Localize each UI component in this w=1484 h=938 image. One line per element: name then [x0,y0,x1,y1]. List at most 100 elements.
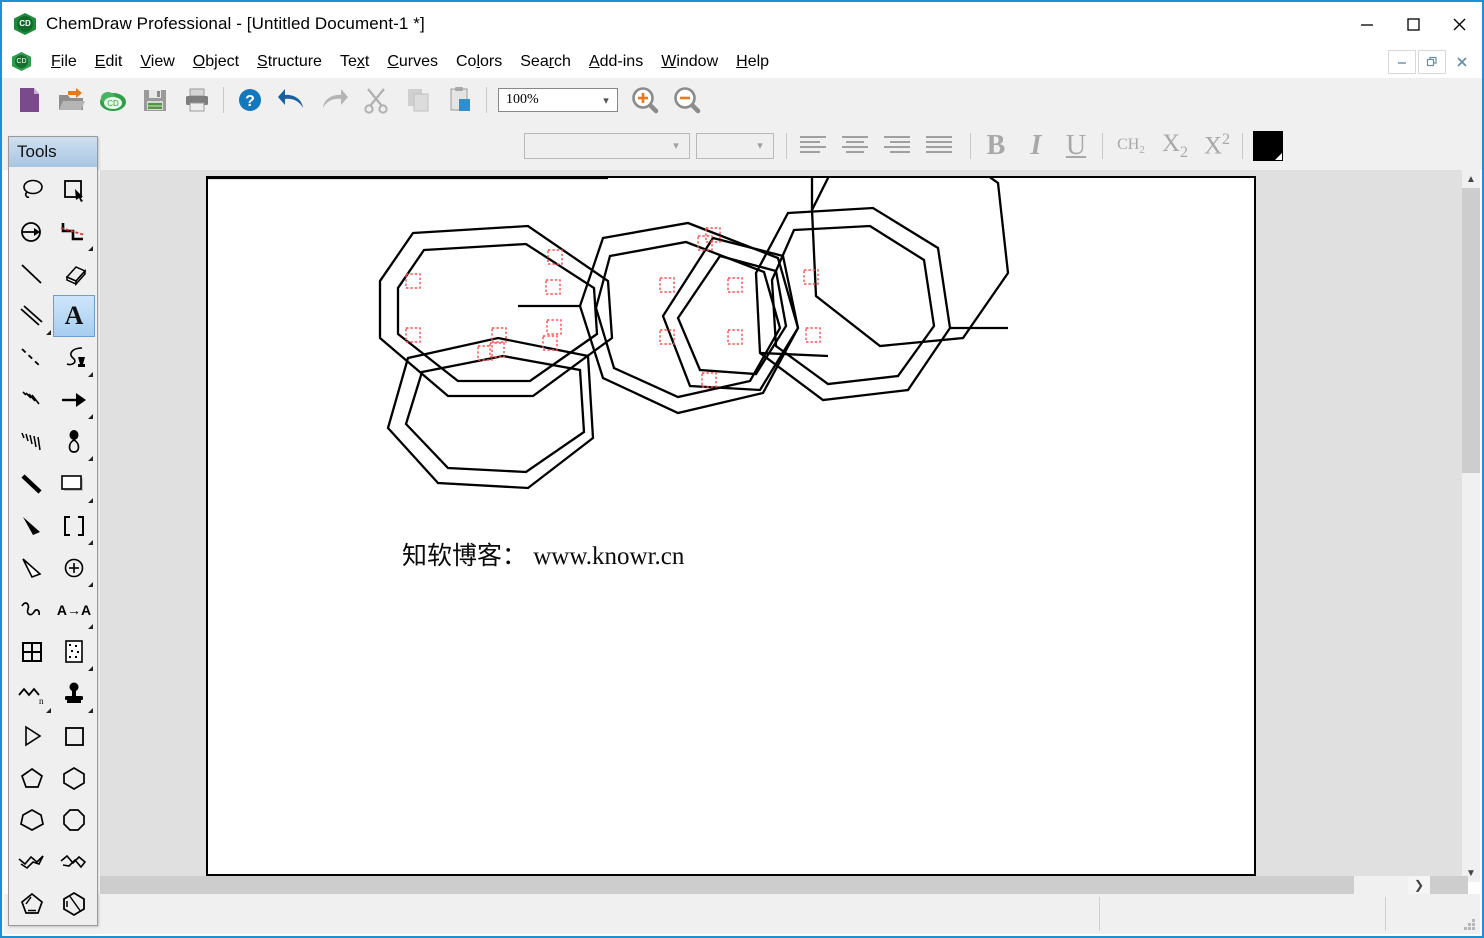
open-button[interactable] [50,79,92,121]
underline-button[interactable]: U [1056,126,1096,166]
close-button[interactable] [1436,2,1482,46]
maximize-button[interactable] [1390,2,1436,46]
benzene-tool[interactable] [53,883,95,925]
align-justify-button[interactable] [918,128,960,164]
lasso-select-tool[interactable] [11,169,53,211]
align-right-button[interactable] [876,128,918,164]
status-bar [4,894,1480,934]
menu-add-ins[interactable]: Add-ins [580,50,652,74]
table-tool[interactable] [11,631,53,673]
undo-button[interactable] [271,79,313,121]
menu-window[interactable]: Window [652,50,727,74]
formula-button[interactable]: CH2 [1108,126,1154,166]
align-center-button[interactable] [834,128,876,164]
template-tool[interactable] [53,631,95,673]
menu-help[interactable]: Help [727,50,778,74]
menu-object[interactable]: Object [184,50,248,74]
zoom-in-button[interactable] [624,79,666,121]
wedge-bond-tool[interactable] [11,505,53,547]
zoom-out-button[interactable] [666,79,708,121]
square-icon [65,727,84,746]
molecule-structure[interactable] [208,178,1256,876]
hashed-wedge-tool[interactable] [11,379,53,421]
bold-bond-tool[interactable] [11,463,53,505]
square-tool[interactable] [53,715,95,757]
menu-text[interactable]: Text [331,50,378,74]
subscript-button[interactable]: X2 [1154,126,1196,166]
polymer-bracket-tool[interactable]: n [11,673,53,715]
resize-grip-icon[interactable] [1463,918,1475,930]
paste-button[interactable] [439,79,481,121]
acyclic-chain-tool[interactable] [11,715,53,757]
double-bond-icon [20,305,43,326]
frame-tool[interactable] [53,463,95,505]
cyclohexane-tool[interactable] [53,757,95,799]
cyclopentane-tool[interactable] [11,757,53,799]
menu-edit[interactable]: Edit [86,50,132,74]
menu-structure[interactable]: Structure [248,50,331,74]
document-page[interactable]: 知软博客： www.knowr.cn [206,176,1256,876]
application-window: CD ChemDraw Professional - [Untitled Doc… [0,0,1484,938]
restore-down-document-button[interactable] [1388,50,1416,74]
hollow-wedge-tool[interactable] [11,547,53,589]
align-left-button[interactable] [792,128,834,164]
pen-tool[interactable] [53,337,95,379]
align-center-icon [842,136,868,153]
document-canvas-area[interactable]: 知软博客： www.knowr.cn [100,170,1468,882]
magnifier-plus-icon [632,87,659,114]
multiple-bond-tool[interactable] [11,295,53,337]
print-button[interactable] [176,79,218,121]
marquee-icon [64,180,83,202]
menu-curves[interactable]: Curves [378,50,447,74]
charge-tool[interactable] [53,547,95,589]
chair-right-tool[interactable] [53,841,95,883]
bracket-tool[interactable] [53,505,95,547]
arrow-tool[interactable] [53,379,95,421]
new-document-button[interactable] [8,79,50,121]
superscript-button[interactable]: X2 [1196,126,1238,166]
bond-chain-tool[interactable] [53,211,95,253]
tools-palette[interactable]: Tools A A→A n [8,136,98,926]
cloud-icon: CD [100,92,126,111]
squiggle-bond-tool[interactable] [11,589,53,631]
text-tool[interactable]: A [53,295,95,337]
menu-file[interactable]: File [42,50,86,74]
cyclopentadiene-tool[interactable] [11,883,53,925]
save-button[interactable] [134,79,176,121]
menu-search[interactable]: Search [511,50,580,74]
vertical-scrollbar-thumb[interactable] [1462,188,1480,473]
align-right-icon [884,136,910,153]
chair-left-tool[interactable] [11,841,53,883]
horizontal-scrollbar-thumb[interactable] [100,876,1354,894]
italic-button[interactable]: I [1016,126,1056,166]
horizontal-scrollbar[interactable]: ❯ [100,876,1468,894]
help-button[interactable]: ? [229,79,271,121]
cyclooctane-tool[interactable] [53,799,95,841]
structure-perspective-tool[interactable] [11,211,53,253]
text-color-swatch[interactable] [1253,131,1283,161]
eraser-tool[interactable] [53,253,95,295]
hashed-bond-tool[interactable] [11,421,53,463]
cycloheptane-tool[interactable] [11,799,53,841]
atom-replace-tool[interactable]: A→A [53,589,95,631]
solid-bond-tool[interactable] [11,253,53,295]
font-name-combobox[interactable]: ▾ [524,133,690,159]
orbital-tool[interactable] [53,421,95,463]
magnifier-minus-icon [674,87,701,114]
restore-document-button[interactable] [1418,50,1446,74]
dashed-bond-tool[interactable] [11,337,53,379]
bold-button[interactable]: B [976,126,1016,166]
dashed-chain-icon [60,223,86,241]
stamp-tool[interactable] [53,673,95,715]
zoom-level-combobox[interactable]: 100% ▾ [498,88,618,112]
chevron-right-icon[interactable]: ❯ [1408,876,1430,894]
close-document-button[interactable] [1448,50,1476,74]
font-size-combobox[interactable]: ▾ [696,133,774,159]
menu-colors[interactable]: Colors [447,50,511,74]
vertical-scrollbar[interactable]: ▲ ▼ [1462,170,1480,882]
minimize-button[interactable] [1344,2,1390,46]
menu-view[interactable]: View [131,50,183,74]
marquee-select-tool[interactable] [53,169,95,211]
chemdraw-cloud-button[interactable]: CD [92,79,134,121]
chevron-up-icon[interactable]: ▲ [1462,170,1480,188]
